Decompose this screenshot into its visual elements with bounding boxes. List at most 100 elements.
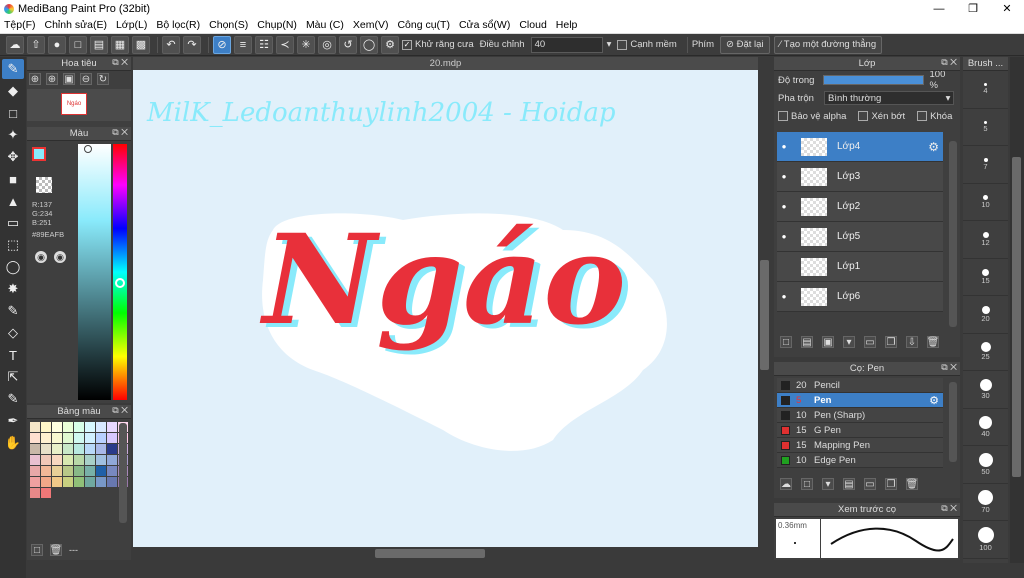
gradient-tool-icon[interactable]: ▭: [2, 213, 24, 233]
eyedropper-icon[interactable]: ✒: [2, 411, 24, 431]
brush-size-item[interactable]: 100: [963, 521, 1008, 559]
brush-folder-icon[interactable]: ▭: [864, 478, 876, 490]
redo-icon[interactable]: ↷: [183, 35, 201, 54]
comment-icon[interactable]: ●: [48, 35, 66, 54]
zoom-in-icon[interactable]: ⊕: [29, 73, 41, 85]
duplicate-brush-icon[interactable]: ❐: [885, 478, 897, 490]
close-icon[interactable]: ✕: [990, 0, 1024, 17]
delete-palette-icon[interactable]: 🗑: [50, 544, 62, 556]
merge-layer-icon[interactable]: ⇩: [906, 336, 918, 348]
hue-handle[interactable]: [115, 278, 125, 288]
new-halftone-layer-icon[interactable]: ▤: [801, 336, 813, 348]
palette-swatch[interactable]: [52, 444, 62, 454]
menu-cloud[interactable]: Cloud: [519, 19, 546, 31]
palette-swatch[interactable]: [74, 455, 84, 465]
brush-size-item[interactable]: 25: [963, 334, 1008, 371]
palette-swatch[interactable]: [85, 455, 95, 465]
horizontal-scroll-thumb[interactable]: [375, 549, 485, 558]
hue-slider[interactable]: [113, 144, 127, 400]
panel-buttons-icon[interactable]: ⧉ ✕: [112, 127, 128, 138]
palette-swatch[interactable]: [107, 444, 117, 454]
panel-buttons-icon[interactable]: ⧉ ✕: [941, 362, 957, 373]
palette-swatch[interactable]: [96, 477, 106, 487]
transparent-swatch[interactable]: [36, 177, 52, 193]
duplicate-layer-icon[interactable]: ❐: [885, 336, 897, 348]
menu-edit[interactable]: Chỉnh sửa(E): [45, 19, 107, 31]
brush-settings-icon[interactable]: ▤: [843, 478, 855, 490]
menu-view[interactable]: Xem(V): [353, 19, 389, 31]
palette-swatch[interactable]: [30, 477, 40, 487]
brush-row[interactable]: 5 Pen ⚙: [777, 393, 943, 408]
palette-swatch[interactable]: [63, 433, 73, 443]
lasso-tool-icon[interactable]: ◯: [2, 257, 24, 277]
visibility-icon[interactable]: ●: [777, 142, 791, 151]
palette-swatch[interactable]: [41, 488, 51, 498]
scatter-brush-icon[interactable]: ✦: [2, 125, 24, 145]
vertical-scrollbar[interactable]: [758, 70, 771, 547]
panel-buttons-icon[interactable]: ⧉ ✕: [112, 57, 128, 68]
palette-swatch[interactable]: [96, 444, 106, 454]
palette-swatch[interactable]: [41, 477, 51, 487]
palette-swatch[interactable]: [52, 477, 62, 487]
layer-row[interactable]: ● Lớp6: [777, 282, 943, 312]
menu-file[interactable]: Tệp(F): [4, 19, 36, 31]
palette-swatch[interactable]: [85, 477, 95, 487]
palette-swatch[interactable]: [107, 433, 117, 443]
palette-swatch[interactable]: [96, 433, 106, 443]
new-layer-icon[interactable]: □: [780, 336, 792, 348]
palette-swatch[interactable]: [85, 466, 95, 476]
new-palette-icon[interactable]: □: [31, 544, 43, 556]
clipping-toggle[interactable]: Xén bớt: [858, 111, 905, 122]
brush-size-item[interactable]: 40: [963, 409, 1008, 446]
zoom-out-icon[interactable]: ⊖: [80, 73, 92, 85]
select-eraser-icon[interactable]: ◇: [2, 323, 24, 343]
palette-swatch[interactable]: [52, 455, 62, 465]
brush-size-item[interactable]: 50: [963, 446, 1008, 484]
palette-swatch[interactable]: [52, 433, 62, 443]
palette-swatch[interactable]: [96, 422, 106, 432]
opacity-slider[interactable]: [823, 75, 924, 85]
menu-snap[interactable]: Chụp(N): [257, 19, 297, 31]
select-pen-icon[interactable]: ✎: [2, 301, 24, 321]
add-brush-menu-icon[interactable]: ▾: [822, 478, 834, 490]
bucket-tool-icon[interactable]: ▲: [2, 191, 24, 211]
palette-swatch[interactable]: [107, 466, 117, 476]
cloud-brush-icon[interactable]: ☁: [780, 478, 792, 490]
palette-swatch[interactable]: [74, 433, 84, 443]
palette-swatch[interactable]: [74, 477, 84, 487]
palette-settings-icon[interactable]: ◉: [54, 251, 66, 263]
operation-tool-icon[interactable]: ⇱: [2, 367, 24, 387]
palette-swatch[interactable]: [85, 422, 95, 432]
eraser-tool-icon[interactable]: ◆: [2, 81, 24, 101]
menu-color[interactable]: Màu (C): [306, 19, 344, 31]
menu-filter[interactable]: Bộ lọc(R): [156, 19, 200, 31]
folder-icon[interactable]: ▭: [864, 336, 876, 348]
brush-size-item[interactable]: 30: [963, 371, 1008, 409]
palette-swatch[interactable]: [30, 422, 40, 432]
minimize-icon[interactable]: —: [922, 0, 956, 17]
brush-size-item[interactable]: 20: [963, 296, 1008, 334]
brush-size-item[interactable]: 70: [963, 484, 1008, 521]
document-icon[interactable]: □: [69, 35, 87, 54]
gear-icon[interactable]: ⚙: [929, 394, 939, 407]
gear-icon[interactable]: ⚙: [928, 140, 939, 154]
delete-brush-icon[interactable]: 🗑: [906, 478, 918, 490]
grid-icon[interactable]: ▩: [132, 35, 150, 54]
visibility-icon[interactable]: ●: [777, 232, 791, 241]
move-tool-icon[interactable]: ✥: [2, 147, 24, 167]
share-icon[interactable]: ⇧: [27, 35, 45, 54]
snap-off-icon[interactable]: ⊘: [213, 35, 231, 54]
comic-panel-icon[interactable]: ▦: [111, 35, 129, 54]
brush-size-item[interactable]: 7: [963, 146, 1008, 184]
palette-swatch[interactable]: [96, 455, 106, 465]
adjust-dropdown[interactable]: ▾: [607, 39, 612, 50]
visibility-icon[interactable]: ●: [777, 292, 791, 301]
parallel-snap-icon[interactable]: ≡: [234, 35, 252, 54]
primary-color-swatch[interactable]: [32, 147, 46, 161]
straight-line-button[interactable]: ⁄ Tạo một đường thẳng: [773, 35, 883, 54]
palette-swatch[interactable]: [63, 466, 73, 476]
layer-row[interactable]: ● Lớp2: [777, 192, 943, 222]
palette-swatch[interactable]: [52, 422, 62, 432]
palette-swatch[interactable]: [41, 433, 51, 443]
new-brush-icon[interactable]: □: [801, 478, 813, 490]
